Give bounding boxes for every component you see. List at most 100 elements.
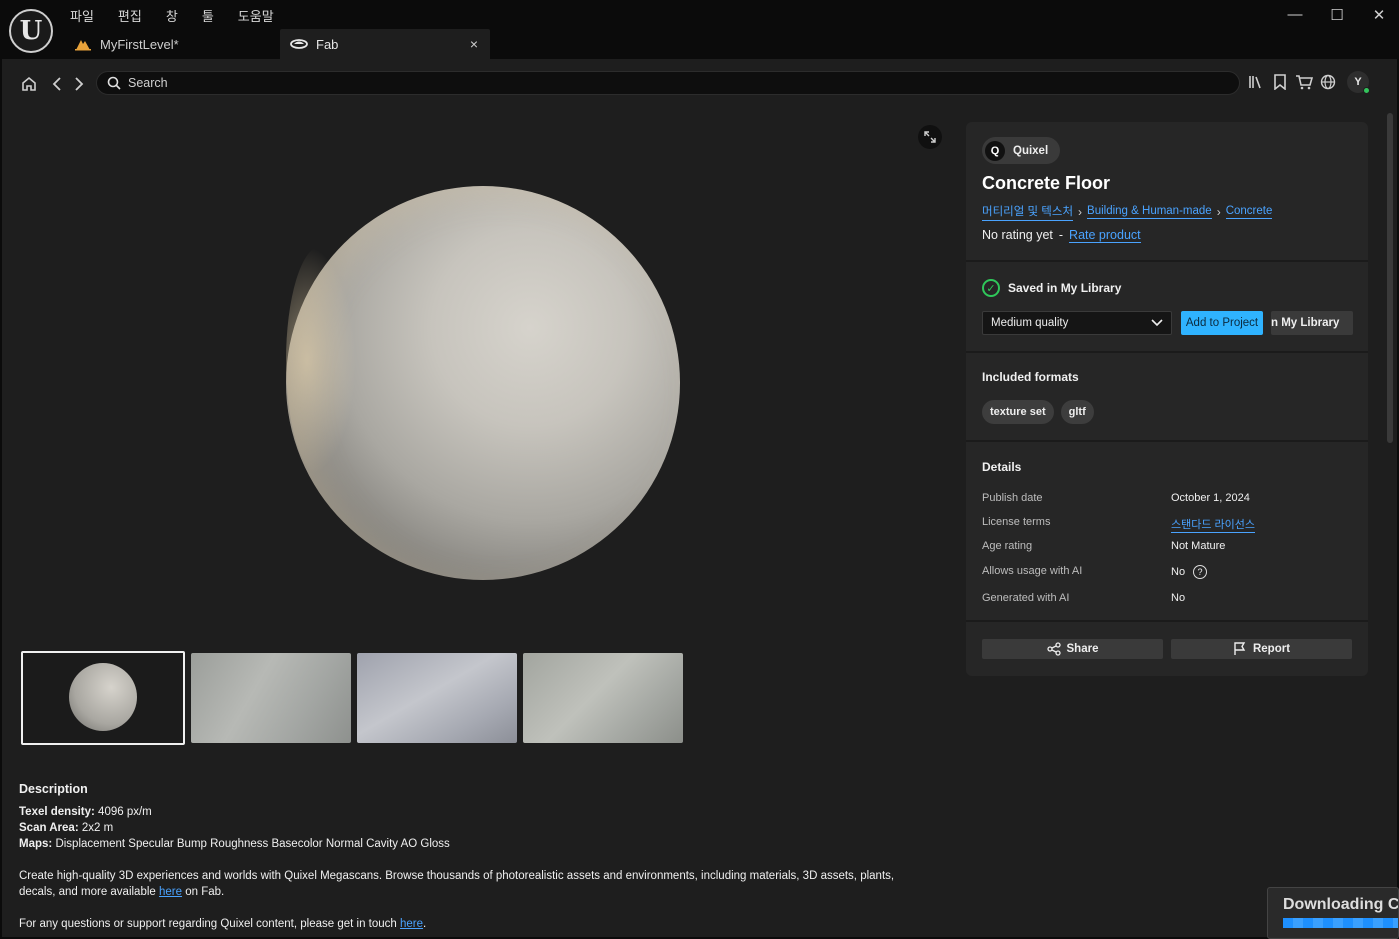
chevron-right-icon: › xyxy=(1078,205,1083,219)
globe-icon[interactable] xyxy=(1319,71,1337,93)
megascans-link[interactable]: here xyxy=(159,886,182,898)
rating-row: No rating yet - Rate product xyxy=(982,228,1141,243)
share-icon xyxy=(1046,642,1061,656)
detail-row: Publish date October 1, 2024 xyxy=(982,492,1250,504)
menu-bar: 파일 편집 창 툴 도움말 xyxy=(70,6,274,25)
product-title: Concrete Floor xyxy=(982,173,1111,193)
chevron-right-icon: › xyxy=(1216,205,1221,219)
avatar[interactable]: Y xyxy=(1347,71,1370,94)
check-circle-icon: ✓ xyxy=(982,279,1000,297)
maps-line: Maps: Displacement Specular Bump Roughne… xyxy=(19,838,450,850)
menu-edit[interactable]: 편집 xyxy=(118,6,142,25)
fab-page: Search Y Description Texel density: 4096… xyxy=(2,59,1397,937)
saved-label: Saved in My Library xyxy=(1008,281,1122,295)
title-bar: U 파일 편집 창 툴 도움말 MyFirstLevel* Fab × — ☐ … xyxy=(0,0,1399,59)
rating-separator: - xyxy=(1058,228,1064,242)
menu-tools[interactable]: 툴 xyxy=(202,6,214,25)
license-link[interactable]: 스탠다드 라이선스 xyxy=(1171,516,1256,533)
scan-area-line: Scan Area: 2x2 m xyxy=(19,822,114,834)
share-label: Share xyxy=(1066,643,1099,655)
search-icon xyxy=(107,76,121,90)
report-label: Report xyxy=(1252,643,1291,655)
product-panel: Q Quixel Concrete Floor 머티리얼 및 텍스처 › Bui… xyxy=(966,122,1368,676)
report-button[interactable]: Report xyxy=(1171,639,1352,659)
actions-section: Share Report xyxy=(966,622,1368,676)
quality-select[interactable]: Medium quality xyxy=(982,311,1172,335)
publisher-name: Quixel xyxy=(1013,144,1049,157)
cart-icon[interactable] xyxy=(1295,71,1313,93)
flag-icon xyxy=(1234,642,1246,655)
chevron-down-icon xyxy=(1151,319,1163,327)
tab-label: MyFirstLevel* xyxy=(100,36,179,52)
minimize-icon[interactable]: — xyxy=(1285,6,1305,24)
scrollbar[interactable] xyxy=(1387,113,1393,443)
fab-icon xyxy=(290,37,308,51)
mini-sphere xyxy=(69,663,137,731)
saved-status: ✓ Saved in My Library xyxy=(982,279,1121,297)
help-icon[interactable]: ? xyxy=(1193,565,1208,579)
tab-fab[interactable]: Fab × xyxy=(280,29,490,59)
back-icon[interactable] xyxy=(46,73,68,95)
download-notification[interactable]: Downloading Co xyxy=(1267,887,1399,939)
add-to-project-button[interactable]: Add to Project xyxy=(1181,311,1263,335)
breadcrumb-concrete[interactable]: Concrete xyxy=(1225,205,1273,219)
maximize-icon[interactable]: ☐ xyxy=(1327,6,1347,24)
tab-myfirstlevel[interactable]: MyFirstLevel* xyxy=(64,29,280,59)
search-input[interactable]: Search xyxy=(96,71,1240,95)
product-header: Q Quixel Concrete Floor 머티리얼 및 텍스처 › Bui… xyxy=(966,122,1368,262)
formats-heading: Included formats xyxy=(982,370,1079,384)
breadcrumb-materials[interactable]: 머티리얼 및 텍스처 xyxy=(982,203,1074,221)
view-in-library-button[interactable]: View in My Library xyxy=(1271,311,1353,335)
publisher-badge[interactable]: Q Quixel xyxy=(982,137,1061,164)
level-icon xyxy=(74,37,92,51)
bookmark-icon[interactable] xyxy=(1271,71,1289,93)
expand-icon[interactable] xyxy=(918,125,942,149)
avatar-initial: Y xyxy=(1354,76,1362,88)
breadcrumb: 머티리얼 및 텍스처 › Building & Human-made › Con… xyxy=(982,203,1273,221)
download-text: Downloading Co xyxy=(1283,896,1399,913)
format-chips: texture set gltf xyxy=(982,400,1094,424)
share-button[interactable]: Share xyxy=(982,639,1163,659)
details-heading: Details xyxy=(982,460,1022,474)
menu-file[interactable]: 파일 xyxy=(70,6,94,25)
unreal-logo[interactable]: U xyxy=(9,9,53,53)
thumbnail-texture[interactable] xyxy=(191,653,351,743)
detail-row: Age rating Not Mature xyxy=(982,540,1226,552)
format-chip: gltf xyxy=(1060,400,1094,424)
texel-density-line: Texel density: 4096 px/m xyxy=(19,806,152,818)
view-in-library-label: View in My Library xyxy=(1271,317,1340,329)
thumbnail-sphere[interactable] xyxy=(21,651,185,745)
details-section: Details Publish date October 1, 2024 Lice… xyxy=(966,442,1368,622)
close-window-icon[interactable]: ✕ xyxy=(1369,6,1389,24)
thumbnail-strip xyxy=(21,651,683,745)
formats-section: Included formats texture set gltf xyxy=(966,353,1368,442)
thumbnail-texture[interactable] xyxy=(357,653,517,743)
detail-row: License terms 스탠다드 라이선스 xyxy=(982,516,1256,533)
detail-row: Generated with AI No xyxy=(982,592,1186,604)
library-section: ✓ Saved in My Library Medium quality Add… xyxy=(966,262,1368,353)
support-paragraph: For any questions or support regarding Q… xyxy=(19,918,427,930)
description-section: Description Texel density: 4096 px/m Sca… xyxy=(19,781,929,932)
forward-icon[interactable] xyxy=(68,73,90,95)
support-link[interactable]: here xyxy=(400,918,423,930)
rating-text: No rating yet xyxy=(982,228,1053,242)
close-icon[interactable]: × xyxy=(470,36,478,52)
material-preview-sphere[interactable] xyxy=(286,186,680,580)
download-progress-bar xyxy=(1283,918,1398,928)
format-chip: texture set xyxy=(982,400,1054,424)
thumbnail-texture[interactable] xyxy=(523,653,683,743)
detail-row: Allows usage with AI No? xyxy=(982,565,1352,579)
breadcrumb-building[interactable]: Building & Human-made xyxy=(1087,205,1212,219)
menu-help[interactable]: 도움말 xyxy=(238,6,274,25)
home-icon[interactable] xyxy=(18,73,40,95)
menu-window[interactable]: 창 xyxy=(166,6,178,25)
window-controls: — ☐ ✕ xyxy=(1285,6,1389,24)
search-placeholder: Search xyxy=(128,76,168,90)
online-status-dot xyxy=(1363,87,1370,94)
rate-product-link[interactable]: Rate product xyxy=(1069,228,1141,243)
nav-actions: Y xyxy=(1247,71,1370,94)
quality-value: Medium quality xyxy=(991,317,1069,329)
library-icon[interactable] xyxy=(1247,71,1265,93)
megascans-paragraph: Create high-quality 3D experiences and w… xyxy=(19,870,895,898)
quixel-logo-icon: Q xyxy=(985,140,1005,161)
